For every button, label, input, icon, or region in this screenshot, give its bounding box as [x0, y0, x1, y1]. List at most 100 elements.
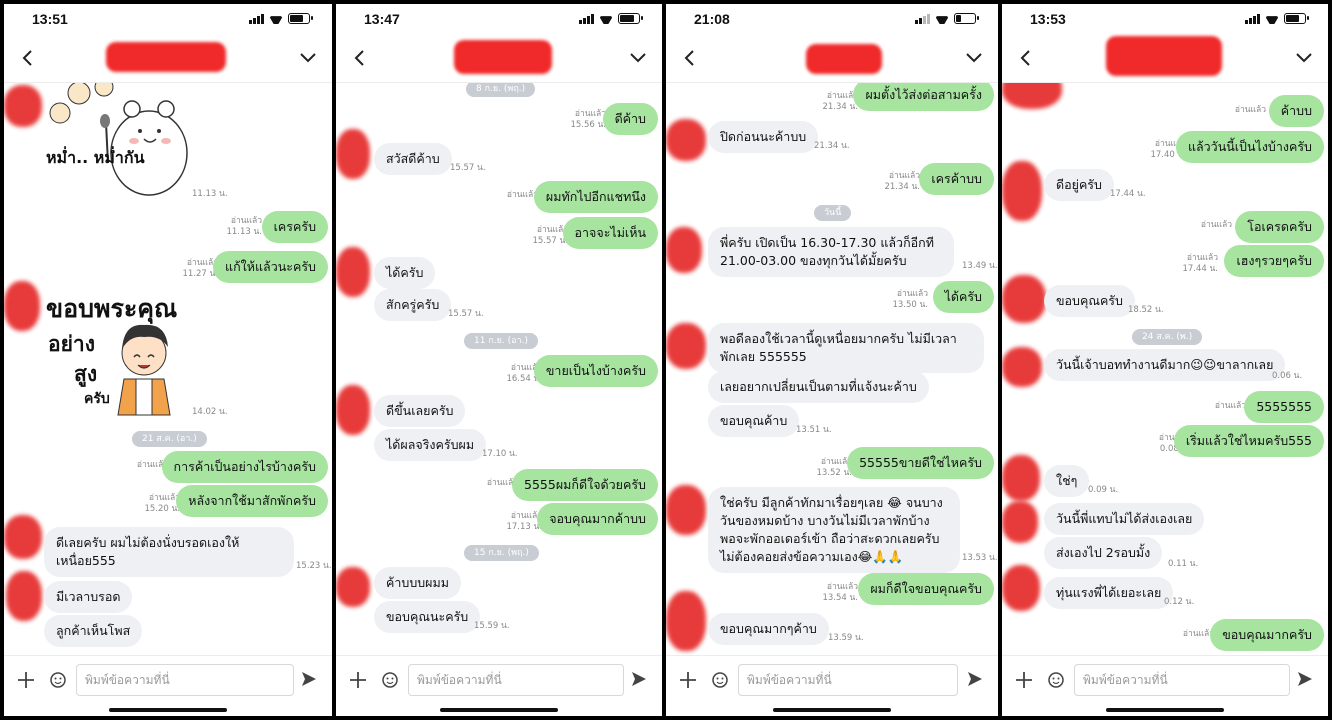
emoji-icon[interactable]	[382, 672, 398, 688]
incoming-message[interactable]: พี่ครับ เปิดเป็น 16.30-17.30 แล้วก็อีกที…	[708, 227, 954, 277]
message-list[interactable]: อ่านแล้ว ค้าบบ อ่านแล้ว 17.40 น. แล้ววันน…	[1002, 83, 1328, 656]
incoming-message[interactable]: ปิดก่อนนะค้าบบ	[708, 121, 819, 153]
back-arrow-icon[interactable]	[680, 48, 700, 68]
send-icon[interactable]	[300, 670, 318, 688]
status-bar: 13:51	[4, 4, 332, 34]
outgoing-message[interactable]: โอเครดครับ	[1235, 211, 1324, 243]
incoming-message[interactable]: ดีขึ้นเลยครับ	[374, 395, 466, 427]
redacted-contact-name	[106, 42, 226, 72]
incoming-message[interactable]: วันนี้พี่แทบไม่ได้ส่งเองเลย	[1044, 503, 1205, 535]
incoming-message[interactable]: ขอบคุณค้าบ	[708, 405, 800, 437]
emoji-icon[interactable]	[1048, 672, 1064, 688]
sticker-line: ครับ	[84, 391, 110, 407]
send-icon[interactable]	[1296, 670, 1314, 688]
incoming-message[interactable]: ได้ผลจริงครับผม	[374, 429, 487, 461]
outgoing-message[interactable]: เครครับ	[261, 211, 328, 243]
sticker-thank-you-boy: ขอบพระคุณ อย่าง สูง ครับ	[46, 294, 177, 416]
message-field[interactable]	[408, 664, 624, 696]
incoming-message[interactable]: ดีเลยครับ ผมไม่ต้องนั่งบรอดเองให้เหนื่อย…	[44, 527, 294, 577]
outgoing-message[interactable]: ขอบคุณมากครับ	[1210, 619, 1324, 651]
back-arrow-icon[interactable]	[350, 48, 370, 68]
read-receipt: อ่านแล้ว	[1200, 220, 1232, 230]
signal-icon	[249, 14, 264, 24]
plus-icon[interactable]	[1014, 670, 1034, 690]
message-input[interactable]	[739, 665, 957, 695]
message-time: 0.11 น.	[1168, 559, 1199, 569]
chevron-down-icon[interactable]	[298, 51, 318, 65]
plus-icon[interactable]	[678, 670, 698, 690]
incoming-message[interactable]: สักครู่ครับ	[374, 289, 452, 321]
outgoing-message[interactable]: ขายเป็นไงบ้างครับ	[533, 355, 658, 387]
redacted-avatar	[6, 571, 42, 621]
send-icon[interactable]	[630, 670, 648, 688]
outgoing-message[interactable]: 55555ขายดีใช่ไหครับ	[847, 447, 994, 479]
outgoing-message[interactable]: ผมตั้งไว้ส่งต่อสามครั้ง	[853, 83, 994, 111]
incoming-message[interactable]: มีเวลาบรอด	[44, 581, 133, 613]
message-field[interactable]	[738, 664, 958, 696]
outgoing-message[interactable]: จอบคุณมากค้าบบ	[537, 503, 658, 535]
date-separator: 21 ส.ค. (อา.)	[132, 431, 207, 447]
read-receipt: อ่านแล้ว	[1234, 105, 1266, 115]
chat-header	[4, 34, 332, 83]
incoming-message[interactable]: ขอบคุณครับ	[1044, 285, 1135, 317]
date-separator: 11 ก.ย. (อา.)	[464, 333, 538, 349]
back-arrow-icon[interactable]	[1016, 48, 1036, 68]
chevron-down-icon[interactable]	[964, 51, 984, 65]
outgoing-message[interactable]: เครค้าบบ	[919, 163, 994, 195]
outgoing-message[interactable]: 5555555	[1244, 391, 1324, 423]
emoji-icon[interactable]	[712, 672, 728, 688]
send-icon[interactable]	[966, 670, 984, 688]
message-time: 0.06 น.	[1272, 371, 1303, 381]
incoming-message[interactable]: ใช่ๆ	[1044, 465, 1090, 497]
outgoing-message[interactable]: เฮงๆรวยๆครับ	[1224, 245, 1324, 277]
incoming-message[interactable]: พอดีลองใช้เวลานี้ดูเหนื่อยมากครับ ไม่มีเ…	[708, 323, 984, 373]
incoming-message[interactable]: ค้าบบบผมม	[374, 567, 461, 599]
outgoing-message[interactable]: ดีค้าบ	[602, 103, 658, 135]
incoming-message[interactable]: ขอบคุณนะครับ	[374, 601, 481, 633]
message-field[interactable]	[76, 664, 294, 696]
chevron-down-icon[interactable]	[1294, 51, 1314, 65]
redacted-avatar	[666, 323, 706, 369]
status-icons	[249, 13, 313, 24]
back-arrow-icon[interactable]	[18, 48, 38, 68]
message-input[interactable]	[409, 665, 623, 695]
message-field[interactable]	[1074, 664, 1290, 696]
status-time: 21:08	[694, 11, 730, 27]
signal-icon	[1245, 14, 1260, 24]
message-list[interactable]: อ่านแล้ว 21.34 น. ผมตั้งไว้ส่งต่อสามครั้ง…	[666, 83, 998, 656]
outgoing-message[interactable]: เริ่มแล้วใช่ไหมครับ555	[1173, 425, 1324, 457]
phone-screen-4: 13:53 อ่านแล้ว ค้าบบ อ่านแล้ว 17.40 น. แล…	[1002, 4, 1328, 716]
redacted-avatar	[4, 515, 42, 559]
incoming-message[interactable]: ขอบคุณมากๆค้าบ	[708, 613, 829, 645]
incoming-message[interactable]: ดีอยู่ครับ	[1044, 169, 1114, 201]
incoming-message[interactable]: ได้ครับ	[374, 257, 436, 289]
incoming-message[interactable]: ส่งเองไป 2รอบมั้ง	[1044, 537, 1163, 569]
chat-header	[666, 34, 998, 83]
message-input[interactable]	[1075, 665, 1289, 695]
outgoing-message[interactable]: หลังจากใช้มาสักพักครับ	[176, 485, 328, 517]
emoji-icon[interactable]	[50, 672, 66, 688]
message-list[interactable]: หม่ำ.. หม่ำกัน 11.13 น. อ่านแล้ว 11.13 น.…	[4, 83, 332, 656]
outgoing-message[interactable]: ผมทักไปอีกแชทนึง	[533, 181, 658, 213]
message-input[interactable]	[77, 665, 293, 695]
read-receipt: อ่านแล้ว 11.13 น.	[226, 216, 262, 237]
outgoing-message[interactable]: ได้ครับ	[932, 281, 994, 313]
outgoing-message[interactable]: การค้าเป็นอย่างไรบ้างครับ	[161, 451, 328, 483]
outgoing-message[interactable]: อาจจะไม่เห็น	[562, 217, 658, 249]
incoming-message[interactable]: เลยอยากเปลี่ยนเป็นตามที่แจ้งนะค้าบ	[708, 371, 929, 403]
plus-icon[interactable]	[348, 670, 368, 690]
outgoing-message[interactable]: ค้าบบ	[1268, 95, 1324, 127]
outgoing-message[interactable]: แก้ให้แล้วนะครับ	[213, 251, 328, 283]
incoming-message[interactable]: ใช่ครับ มีลูกค้าทักมาเรื่อยๆเลย 😂 จนบางว…	[708, 487, 960, 573]
incoming-message[interactable]: ลูกค้าเห็นโพส	[44, 615, 143, 647]
chevron-down-icon[interactable]	[628, 51, 648, 65]
plus-icon[interactable]	[16, 670, 36, 690]
incoming-message[interactable]: สวัสดีค้าบ	[374, 143, 452, 175]
outgoing-message[interactable]: 5555ผมก็ดีใจด้วยครับ	[512, 469, 658, 501]
incoming-message[interactable]: วันนี้เจ้าบอททำงานดีมาก😉😉ขาลากเลย	[1044, 349, 1286, 381]
message-list[interactable]: 8 ก.ย. (พฤ.) อ่านแล้ว 15.56 น. ดีค้าบ สวั…	[336, 83, 662, 656]
message-input-bar	[336, 655, 662, 716]
outgoing-message[interactable]: แล้ววันนี้เป็นไงบ้างครับ	[1175, 131, 1324, 163]
incoming-message[interactable]: ทุ่นแรงพี่ได้เยอะเลย	[1044, 577, 1174, 609]
outgoing-message[interactable]: ผมก็ดีใจขอบคุณครับ	[858, 573, 994, 605]
